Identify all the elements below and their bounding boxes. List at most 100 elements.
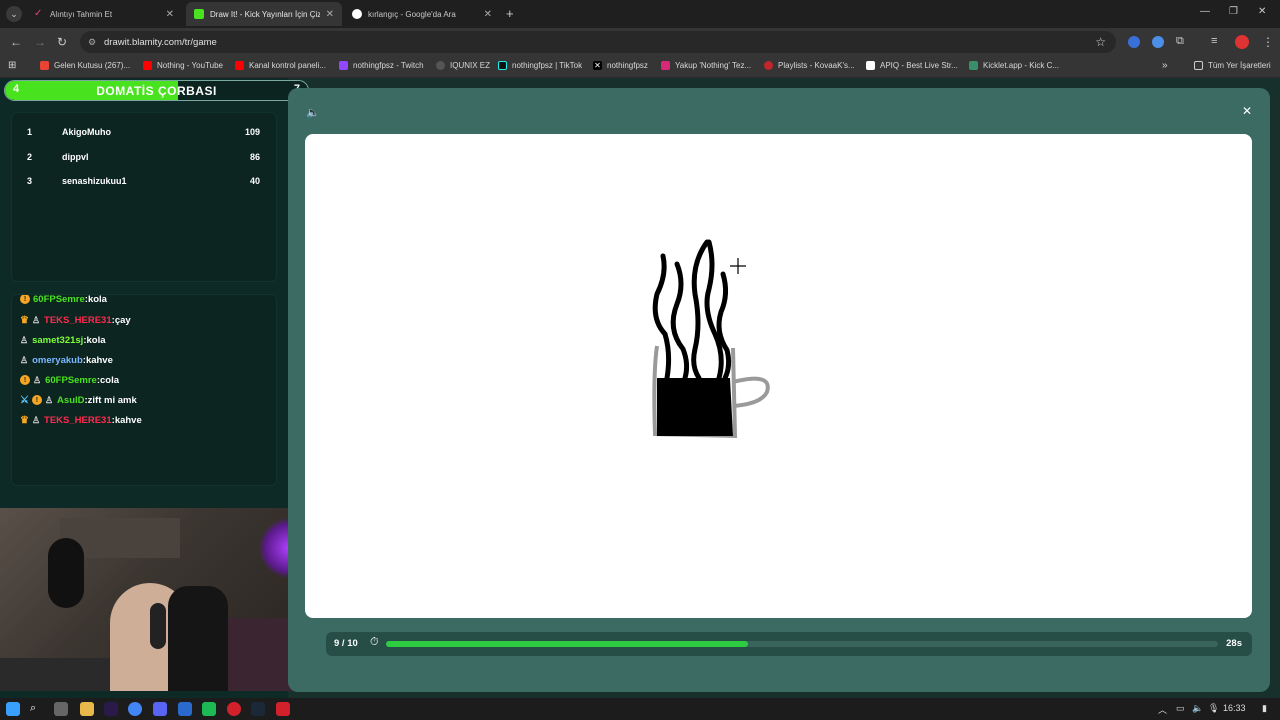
iqunix-icon (436, 61, 445, 70)
timer-fill (386, 641, 748, 647)
close-window-button[interactable]: ✕ (1258, 6, 1266, 17)
score: 109 (244, 127, 260, 137)
speaker-icon[interactable]: 🔈 (1192, 703, 1203, 714)
time-left: 28s (1226, 638, 1242, 649)
chat-message: ♛ ♙ TEKS_HERE31: kahve (20, 411, 142, 429)
score: 40 (249, 176, 260, 186)
bookmark-star-icon[interactable]: ☆ (1095, 35, 1106, 49)
bookmark[interactable]: IQUNIX EZ (436, 61, 490, 70)
drawing-canvas[interactable] (305, 134, 1252, 618)
close-tab-icon[interactable]: ✕ (326, 9, 334, 20)
bookmark[interactable]: APIQ - Best Live Str... (866, 61, 958, 70)
back-icon[interactable]: ← (10, 35, 22, 49)
task-view-icon[interactable] (54, 702, 68, 716)
google-icon (352, 9, 362, 19)
pawn-icon: ♙ (33, 374, 42, 385)
bookmark[interactable]: ✕ nothingfpsz (593, 61, 648, 70)
bookmark[interactable]: Gelen Kutusu (267)... (40, 61, 130, 70)
media-controls-icon[interactable]: ≡ (1211, 35, 1217, 47)
bookmark[interactable]: Kanal kontrol paneli... (235, 61, 326, 70)
kicklet-icon (969, 61, 978, 70)
chat-text: kola (87, 294, 107, 305)
chat-text: kola (86, 334, 106, 346)
pawn-icon: ♙ (44, 394, 54, 405)
tiktok-icon (498, 61, 507, 70)
chat-username: 60FPSemre (33, 294, 85, 305)
new-tab-button[interactable]: + (506, 6, 514, 21)
bookmark-label: nothingfpsz | TikTok (512, 61, 583, 70)
timer-track (386, 641, 1218, 647)
bookmark-label: Playlists - KovaaK's... (778, 61, 855, 70)
forward-icon[interactable]: → (34, 35, 46, 49)
more-bookmarks-icon[interactable]: » (1162, 60, 1168, 71)
player-name: dippvl (62, 152, 89, 162)
game-page: 1 AkigoMuho 109 2 dippvl 86 3 senashizuk… (0, 78, 1280, 698)
chat-message: ⚔! ♙ AsulD: zift mi amk (20, 391, 137, 409)
windows-start-icon[interactable] (6, 702, 20, 716)
extensions-puzzle-icon[interactable]: ⧉ (1176, 35, 1184, 48)
obs-icon[interactable] (227, 702, 241, 716)
bookmark[interactable]: Yakup 'Nothing' Tez... (661, 61, 751, 70)
close-tab-icon[interactable]: ✕ (484, 9, 492, 20)
file-explorer-icon[interactable] (80, 702, 94, 716)
site-info-icon[interactable]: ⚙ (88, 37, 96, 48)
menu-kebab-icon[interactable]: ⋮ (1262, 35, 1274, 49)
chrome-icon[interactable] (128, 702, 142, 716)
app-icon[interactable] (178, 702, 192, 716)
close-icon[interactable]: ✕ (1242, 104, 1252, 118)
steam-icon[interactable] (251, 702, 265, 716)
bookmark[interactable]: nothingfpsz | TikTok (498, 61, 582, 70)
gold-badge-icon: ! (20, 375, 30, 385)
apps-grid-icon[interactable]: ⊞ (8, 60, 16, 71)
crown-icon: ♛ (20, 414, 29, 426)
tray-overflow-icon[interactable]: ︿ (1158, 703, 1167, 716)
url-input[interactable]: ⚙ drawit.blamity.com/tr/game ☆ (80, 31, 1116, 53)
round-timer-bar: 9 / 10 ⏱ 28s (326, 632, 1252, 656)
kovaak-icon (764, 61, 773, 70)
bookmark-label: Gelen Kutusu (267)... (54, 61, 131, 70)
chat-message: ♙ omeryakub: kahve (20, 351, 113, 369)
browser-tab-active[interactable]: Draw It! - Kick Yayınları İçin Çizi ✕ (186, 2, 342, 26)
search-icon[interactable]: ⌕ (30, 702, 44, 716)
bookmark-label: IQUNIX EZ (450, 61, 491, 70)
rank: 3 (27, 176, 33, 186)
bookmark-label: Nothing - YouTube (157, 61, 223, 70)
bookmarks-bar: ⊞ Gelen Kutusu (267)... Nothing - YouTub… (0, 56, 1280, 78)
premiere-icon[interactable] (104, 702, 118, 716)
crown-icon: ♛ (20, 314, 29, 326)
close-tab-icon[interactable]: ✕ (166, 9, 174, 20)
profile-avatar[interactable] (1235, 35, 1249, 49)
minimize-button[interactable]: — (1200, 6, 1210, 17)
app-icon[interactable] (202, 702, 216, 716)
notifications-icon[interactable]: ▮ (1262, 703, 1267, 714)
twitch-icon (339, 61, 348, 70)
valorant-icon[interactable] (276, 702, 290, 716)
bookmark[interactable]: Kicklet.app - Kick C... (969, 61, 1059, 70)
tab-search-button[interactable]: ⌄ (6, 6, 22, 22)
rank: 2 (27, 152, 33, 162)
microphone-icon[interactable]: 🎙 (1208, 703, 1219, 714)
browser-tab[interactable]: kırlangıç - Google'da Ara ✕ (344, 2, 500, 26)
bookmark[interactable]: Nothing - YouTube (143, 61, 223, 70)
bookmark[interactable]: Playlists - KovaaK's... (764, 61, 855, 70)
windows-taskbar: ⌕ ︿ ▭ 🔈 🎙 16:33 ▮ (0, 698, 1280, 720)
discord-icon[interactable] (153, 702, 167, 716)
reload-icon[interactable]: ↻ (57, 35, 67, 49)
tab-title: Alıntıyı Tahmin Et (50, 9, 113, 19)
all-bookmarks[interactable]: Tüm Yer İşaretleri (1194, 61, 1271, 70)
extension-icon[interactable] (1152, 36, 1164, 48)
player-name: AkigoMuho (62, 127, 111, 137)
restore-button[interactable]: ❐ (1229, 6, 1238, 17)
player-name: senashizukuu1 (62, 176, 127, 186)
pawn-icon: ♙ (31, 414, 41, 425)
score: 86 (249, 152, 260, 162)
clock-time[interactable]: 16:33 (1223, 703, 1246, 713)
all-bookmarks-label: Tüm Yer İşaretleri (1208, 61, 1271, 70)
bookmark[interactable]: nothingfpsz - Twitch (339, 61, 424, 70)
extension-icon[interactable] (1128, 36, 1140, 48)
volume-icon[interactable]: 🔈 (306, 106, 320, 119)
browser-tab[interactable]: ✓ Alıntıyı Tahmin Et ✕ (26, 2, 182, 26)
network-icon[interactable]: ▭ (1176, 703, 1185, 714)
youtube-icon (235, 61, 244, 70)
drawing-svg (652, 239, 770, 439)
